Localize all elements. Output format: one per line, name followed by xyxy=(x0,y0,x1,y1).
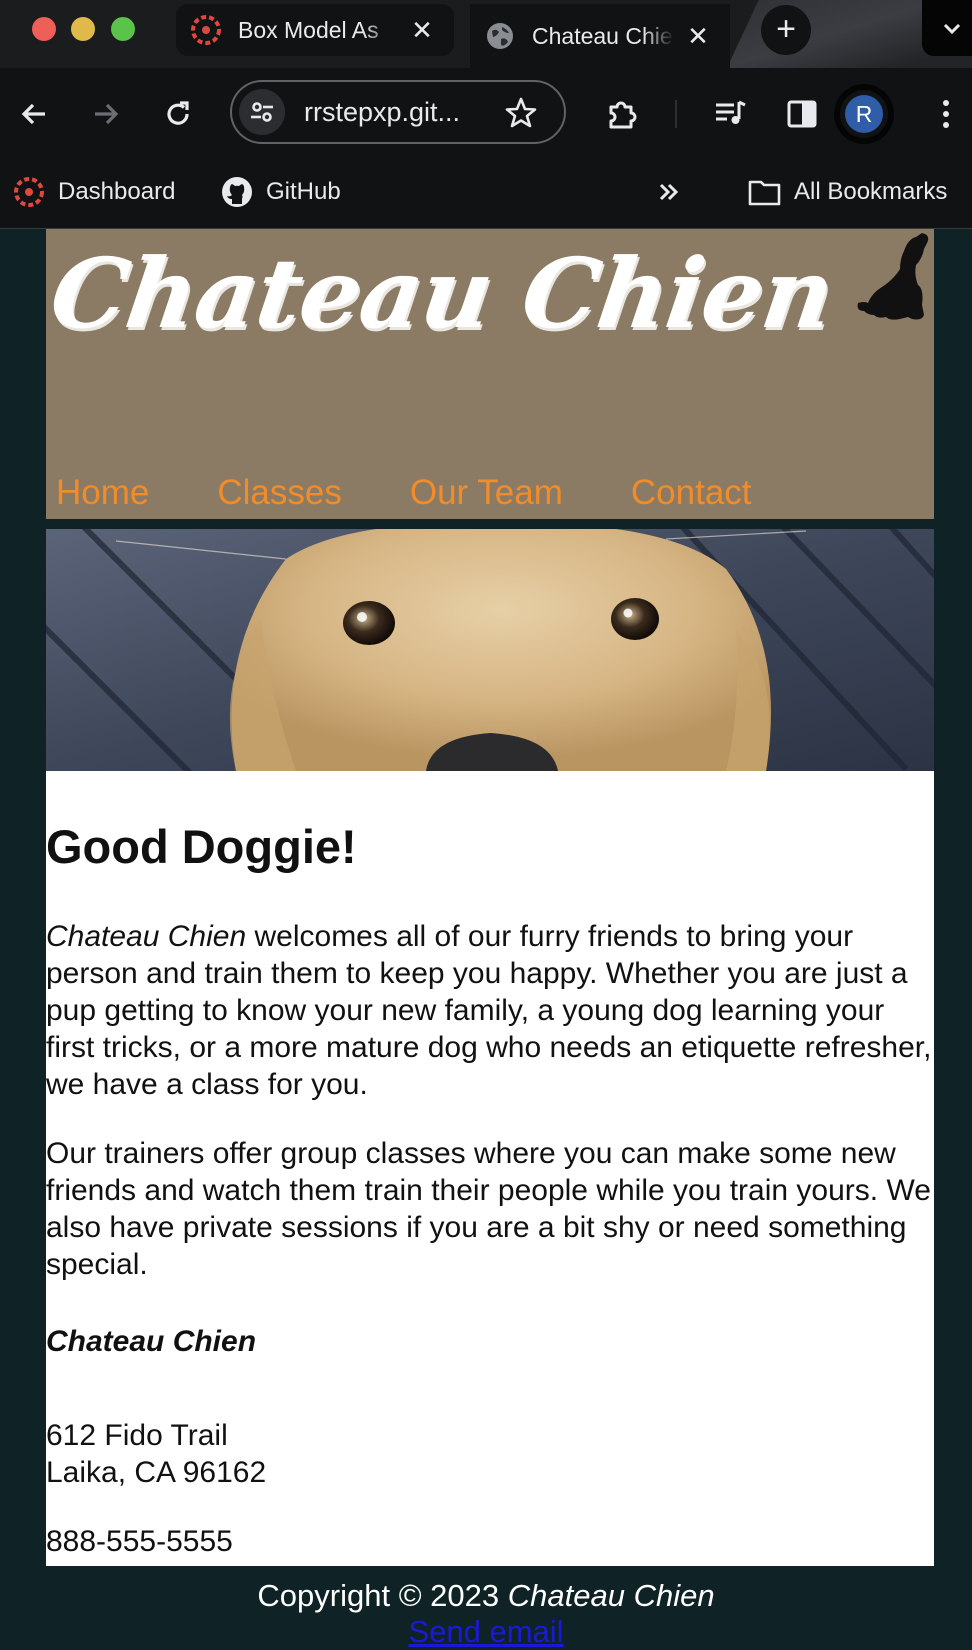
footer-brand: Chateau Chien xyxy=(507,1578,715,1613)
main-content: Good Doggie! Chateau Chien welcomes all … xyxy=(46,771,934,1566)
canvas-logo-icon xyxy=(14,177,44,207)
contact-business-name: Chateau Chien xyxy=(46,1325,257,1358)
chevron-down-icon xyxy=(943,23,961,35)
tab-box-model[interactable]: Box Model As ✕ xyxy=(176,4,454,56)
queue-music-icon xyxy=(716,100,746,124)
window-minimize-button[interactable] xyxy=(71,17,95,41)
canvas-logo-icon xyxy=(191,15,221,45)
browser-menu-button[interactable] xyxy=(928,96,964,132)
bookmark-github[interactable]: GitHub xyxy=(220,172,341,212)
browser-toolbar: rrstepxp.git... R xyxy=(0,68,972,160)
main-nav: Home Classes Our Team Contact xyxy=(56,473,820,513)
site-footer: Copyright © 2023 Chateau Chien xyxy=(0,1578,972,1614)
folder-icon xyxy=(748,180,781,206)
dog-silhouette-icon xyxy=(857,233,929,320)
close-icon[interactable]: ✕ xyxy=(686,23,710,49)
address-city: Laika, CA 96162 xyxy=(46,1456,267,1489)
tune-icon xyxy=(251,102,273,122)
tab-chateau-chien[interactable]: Chateau Chie ✕ xyxy=(470,4,730,68)
bookmark-dashboard[interactable]: Dashboard xyxy=(12,172,175,212)
url-text: rrstepxp.git... xyxy=(304,97,461,127)
tab-title: Box Model As xyxy=(238,16,379,43)
window-zoom-button[interactable] xyxy=(111,17,135,41)
all-bookmarks-label: All Bookmarks xyxy=(794,178,948,205)
tab-search-button[interactable] xyxy=(922,0,972,56)
dog-photo xyxy=(46,529,934,771)
nav-classes[interactable]: Classes xyxy=(217,473,341,513)
bookmark-label: Dashboard xyxy=(58,178,176,205)
page-container: Chateau Chien Home Classes Our Team Cont… xyxy=(44,229,934,1566)
side-panel-button[interactable] xyxy=(784,96,820,132)
address-street: 612 Fido Trail xyxy=(46,1419,228,1452)
more-vertical-icon xyxy=(943,100,949,128)
back-button[interactable] xyxy=(16,96,52,132)
star-icon[interactable] xyxy=(504,96,538,130)
site-header: Chateau Chien Home Classes Our Team Cont… xyxy=(44,229,934,519)
bookmarks-bar: Dashboard GitHub All Bookmarks xyxy=(0,160,972,229)
hero-dog-image xyxy=(46,529,934,771)
puzzle-icon xyxy=(609,101,637,129)
phone-number: 888-555-5555 xyxy=(46,1525,233,1558)
close-icon[interactable]: ✕ xyxy=(410,17,434,43)
side-panel-icon xyxy=(787,100,817,128)
double-chevron-right-icon xyxy=(659,183,679,201)
bookmark-label: GitHub xyxy=(266,178,341,205)
forward-button[interactable] xyxy=(88,96,124,132)
contact-address: 612 Fido Trail Laika, CA 96162 888-555-5… xyxy=(46,1417,934,1560)
site-title: Chateau Chien xyxy=(44,237,840,350)
github-icon xyxy=(222,177,252,207)
arrow-left-icon xyxy=(21,103,45,125)
intro-paragraph: Chateau Chien welcomes all of our furry … xyxy=(46,918,934,1103)
nav-contact[interactable]: Contact xyxy=(631,473,752,513)
toolbar-divider xyxy=(675,100,677,128)
copyright-text: Copyright © 2023 xyxy=(257,1578,508,1613)
globe-icon xyxy=(487,23,513,49)
arrow-right-icon xyxy=(95,103,119,125)
new-tab-button[interactable]: + xyxy=(761,5,811,55)
profile-initial: R xyxy=(845,95,883,133)
profile-avatar[interactable]: R xyxy=(840,90,888,138)
site-info-button[interactable] xyxy=(239,89,285,135)
nav-our-team[interactable]: Our Team xyxy=(410,473,563,513)
page-heading: Good Doggie! xyxy=(46,820,357,873)
nav-home[interactable]: Home xyxy=(56,473,149,513)
reload-button[interactable] xyxy=(160,96,196,132)
reload-icon xyxy=(167,101,189,125)
window-close-button[interactable] xyxy=(32,17,56,41)
send-email-link[interactable]: Send email xyxy=(0,1614,972,1650)
tab-title: Chateau Chie xyxy=(532,22,673,49)
media-control-button[interactable] xyxy=(712,96,748,132)
address-bar[interactable]: rrstepxp.git... xyxy=(230,80,566,144)
extensions-button[interactable] xyxy=(604,96,640,132)
more-bookmarks-button[interactable] xyxy=(654,172,684,212)
all-bookmarks-button[interactable]: All Bookmarks xyxy=(748,172,947,212)
tab-strip: Box Model As ✕ Chateau Chie ✕ + xyxy=(0,0,972,68)
brand-name: Chateau Chien xyxy=(46,920,247,953)
trainers-paragraph: Our trainers offer group classes where y… xyxy=(46,1137,931,1281)
